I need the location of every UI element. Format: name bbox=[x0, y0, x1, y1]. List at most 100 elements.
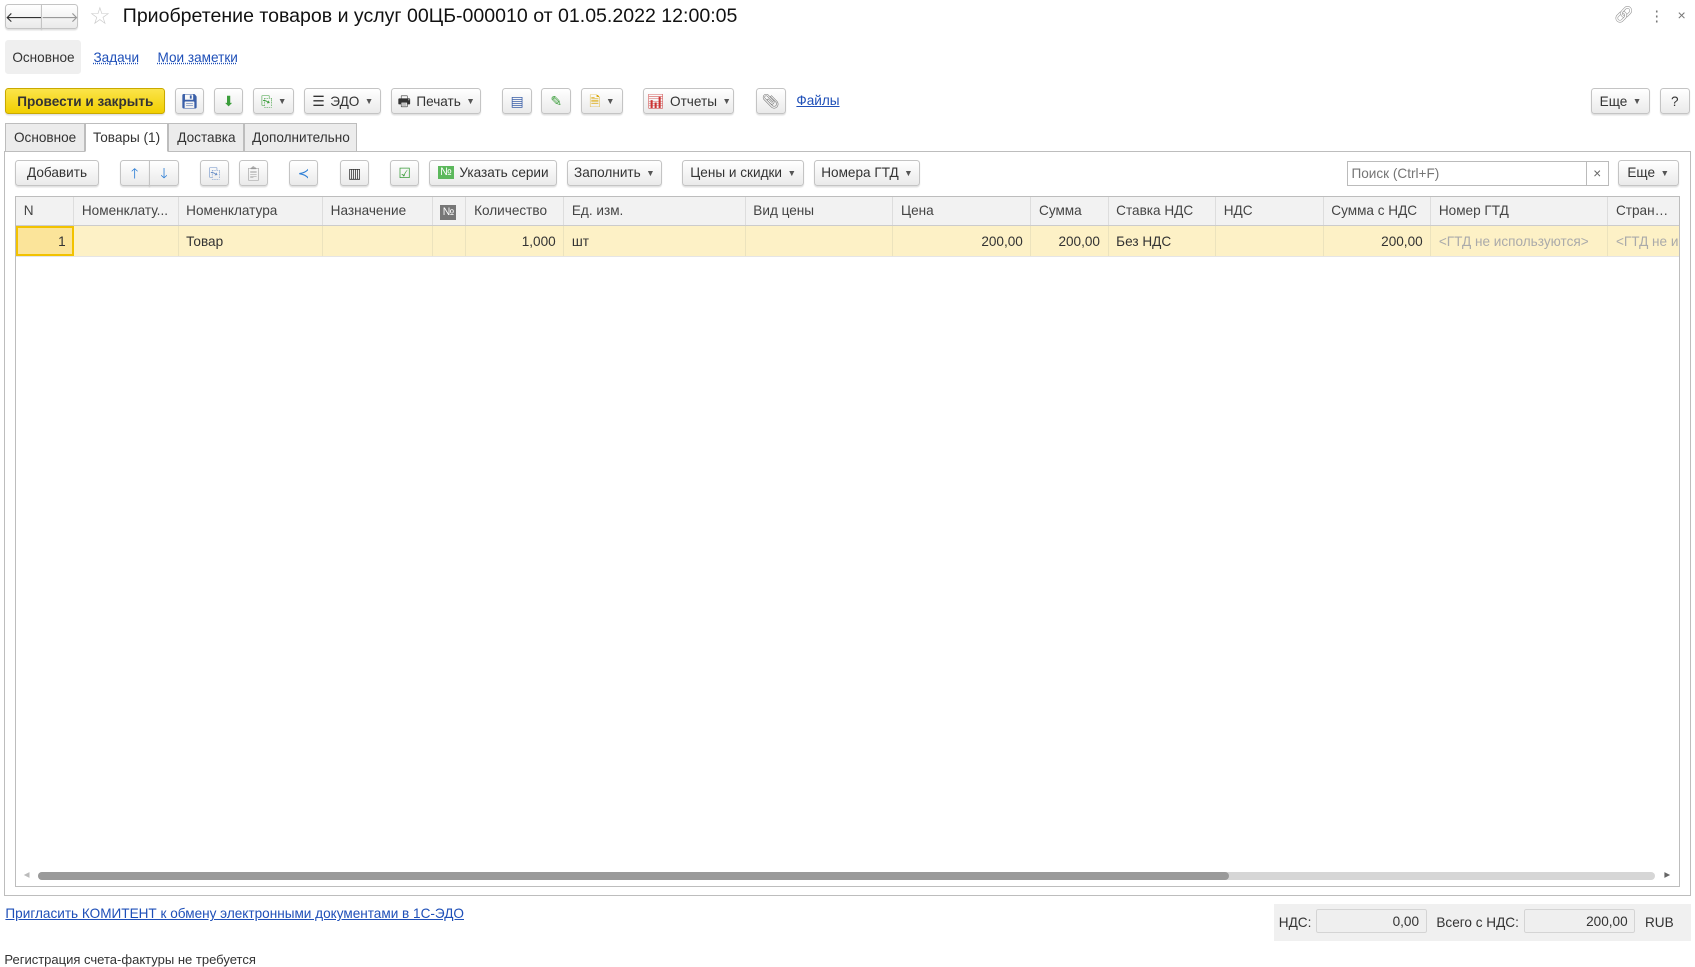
table-cell[interactable] bbox=[432, 225, 467, 257]
status-text: Регистрация счета-фактуры не требуется bbox=[4, 951, 256, 967]
table-cell[interactable] bbox=[73, 225, 179, 257]
chevron-down-icon: ▼ bbox=[722, 96, 731, 107]
tab-additional[interactable]: Дополнительно bbox=[244, 122, 358, 153]
print-button[interactable]: 🖶 Печать ▼ bbox=[391, 88, 482, 115]
save-button[interactable]: 💾︎ bbox=[174, 88, 205, 115]
fill-label: Заполнить bbox=[574, 165, 641, 181]
reports-button[interactable]: 📊︎ Отчеты ▼ bbox=[643, 88, 735, 115]
fill-button[interactable]: Заполнить ▼ bbox=[567, 159, 662, 186]
horizontal-scrollbar[interactable] bbox=[37, 872, 1655, 880]
table-cell[interactable]: 1,000 bbox=[465, 225, 565, 257]
add-button[interactable]: Добавить bbox=[15, 159, 99, 186]
nav-tab-notes[interactable]: Мои заметки bbox=[158, 50, 238, 65]
column-header[interactable]: Страна про bbox=[1607, 196, 1679, 227]
column-header[interactable]: НДС bbox=[1215, 196, 1324, 227]
tab-delivery[interactable]: Доставка bbox=[168, 122, 245, 153]
close-icon[interactable]: × bbox=[1678, 7, 1686, 23]
table-cell[interactable] bbox=[322, 225, 433, 257]
table-cell[interactable]: <ГТД не используются> bbox=[1430, 225, 1609, 257]
table-more-button[interactable]: Еще ▼ bbox=[1617, 159, 1679, 186]
more-label: Еще bbox=[1599, 93, 1628, 109]
split-icon: ≺ bbox=[297, 164, 310, 181]
arrow-right-icon: 🡒 bbox=[40, 8, 79, 25]
column-header[interactable]: Ставка НДС bbox=[1108, 196, 1217, 227]
column-header[interactable]: Вид цены bbox=[745, 196, 894, 227]
help-button[interactable]: ? bbox=[1660, 88, 1690, 115]
chevron-down-icon: ▼ bbox=[466, 96, 475, 107]
chevron-down-icon: ▼ bbox=[277, 96, 287, 107]
column-header[interactable]: Номер ГТД bbox=[1430, 196, 1609, 227]
number-icon: № bbox=[437, 166, 454, 180]
column-header[interactable]: Номенклатура bbox=[178, 196, 324, 227]
gtd-numbers-button[interactable]: Номера ГТД ▼ bbox=[813, 159, 921, 186]
edo-label: ЭДО bbox=[330, 93, 360, 109]
table-cell[interactable]: 1 bbox=[16, 225, 75, 257]
arrow-down-icon: 🡓 bbox=[160, 164, 168, 181]
invite-edo-link[interactable]: Пригласить КОМИТЕНТ к обмену электронным… bbox=[5, 906, 464, 921]
more-vertical-icon[interactable]: ⋮ bbox=[1649, 7, 1664, 25]
table-more-label: Еще bbox=[1627, 165, 1656, 181]
printer-icon: 🖶 bbox=[397, 92, 411, 109]
column-header[interactable]: Назначение bbox=[322, 196, 433, 227]
column-header[interactable]: Количество bbox=[465, 196, 565, 227]
report-icon: 📊︎ bbox=[646, 92, 665, 109]
column-header[interactable]: Номенклату... bbox=[73, 196, 179, 227]
column-header[interactable]: Ед. изм. bbox=[563, 196, 746, 227]
reports-label: Отчеты bbox=[670, 93, 717, 109]
specify-series-button[interactable]: № Указать серии bbox=[429, 159, 558, 186]
table-cell[interactable]: 200,00 bbox=[892, 225, 1032, 257]
move-down-button[interactable]: 🡓 bbox=[148, 159, 180, 186]
scroll-right-icon[interactable]: ▶ bbox=[1664, 870, 1670, 879]
move-up-button[interactable]: 🡑 bbox=[119, 159, 150, 186]
table-cell[interactable] bbox=[1215, 225, 1324, 257]
column-header[interactable]: Цена bbox=[892, 196, 1032, 227]
table-cell[interactable]: Без НДС bbox=[1108, 225, 1217, 257]
column-header[interactable]: Сумма с НДС bbox=[1323, 196, 1432, 227]
files-link[interactable]: Файлы bbox=[796, 93, 839, 108]
tab-goods[interactable]: Товары (1) bbox=[84, 122, 169, 153]
related-docs-button[interactable]: 🗎 ▼ bbox=[581, 88, 623, 115]
forward-button[interactable]: 🡒 bbox=[40, 4, 79, 30]
column-header[interactable]: Сумма bbox=[1030, 196, 1109, 227]
search-input[interactable] bbox=[1347, 160, 1588, 186]
barcode-search-button[interactable]: ▥ bbox=[340, 159, 370, 186]
table-cell[interactable]: Товар bbox=[178, 225, 324, 257]
journal-button[interactable]: ▤ bbox=[501, 88, 533, 115]
paste-icon: 📋︎ bbox=[244, 164, 263, 181]
table-cell[interactable] bbox=[745, 225, 894, 257]
total-with-vat-field: 200,00 bbox=[1524, 909, 1636, 934]
total-with-vat-label: Всего с НДС: bbox=[1436, 914, 1519, 930]
paste-button[interactable]: 📋︎ bbox=[239, 159, 269, 186]
nav-tab-tasks[interactable]: Задачи bbox=[93, 50, 139, 65]
arrow-left-icon: 🡐 bbox=[4, 8, 43, 25]
scroll-left-icon[interactable]: ◀ bbox=[24, 870, 30, 879]
post-and-close-button[interactable]: Провести и закрыть bbox=[5, 88, 166, 115]
split-button[interactable]: ≺ bbox=[289, 159, 319, 186]
edo-button[interactable]: ☰ ЭДО ▼ bbox=[304, 88, 382, 115]
link-icon[interactable]: 🔗︎ bbox=[1613, 5, 1634, 25]
table-row[interactable]: 1 Товар 1,000 шт 200,00 200,00 Без НДС 200,00 <Г… bbox=[16, 225, 1679, 257]
pen-clock-icon: ✎ bbox=[550, 92, 563, 109]
table-cell[interactable]: 200,00 bbox=[1323, 225, 1432, 257]
table-cell[interactable]: <ГТД не ис bbox=[1607, 225, 1679, 257]
select-button[interactable]: ☑ bbox=[390, 159, 420, 186]
back-button[interactable]: 🡐 bbox=[4, 4, 43, 30]
tab-main[interactable]: Основное bbox=[5, 122, 85, 153]
table-cell[interactable]: шт bbox=[563, 225, 746, 257]
create-based-on-button[interactable]: ⎘ ▼ bbox=[253, 88, 295, 115]
table-cell[interactable]: 200,00 bbox=[1030, 225, 1109, 257]
attach-button[interactable]: 📎︎ bbox=[756, 88, 786, 115]
sign-button[interactable]: ✎ bbox=[541, 88, 572, 115]
column-header[interactable]: № bbox=[432, 196, 467, 227]
post-button[interactable]: ⬇ bbox=[214, 88, 244, 115]
nav-tab-main[interactable]: Основное bbox=[5, 40, 82, 74]
vat-total-field: 0,00 bbox=[1315, 909, 1427, 934]
prices-discounts-button[interactable]: Цены и скидки ▼ bbox=[682, 159, 804, 186]
clear-search-button[interactable]: × bbox=[1586, 160, 1610, 186]
column-header[interactable]: N bbox=[16, 196, 75, 227]
more-button[interactable]: Еще ▼ bbox=[1590, 88, 1651, 115]
save-icon: 💾︎ bbox=[180, 92, 199, 109]
copy-button[interactable]: ⎘ bbox=[199, 159, 230, 186]
favorite-star-icon[interactable]: ☆ bbox=[89, 2, 110, 31]
scrollbar-thumb[interactable] bbox=[37, 872, 1229, 880]
